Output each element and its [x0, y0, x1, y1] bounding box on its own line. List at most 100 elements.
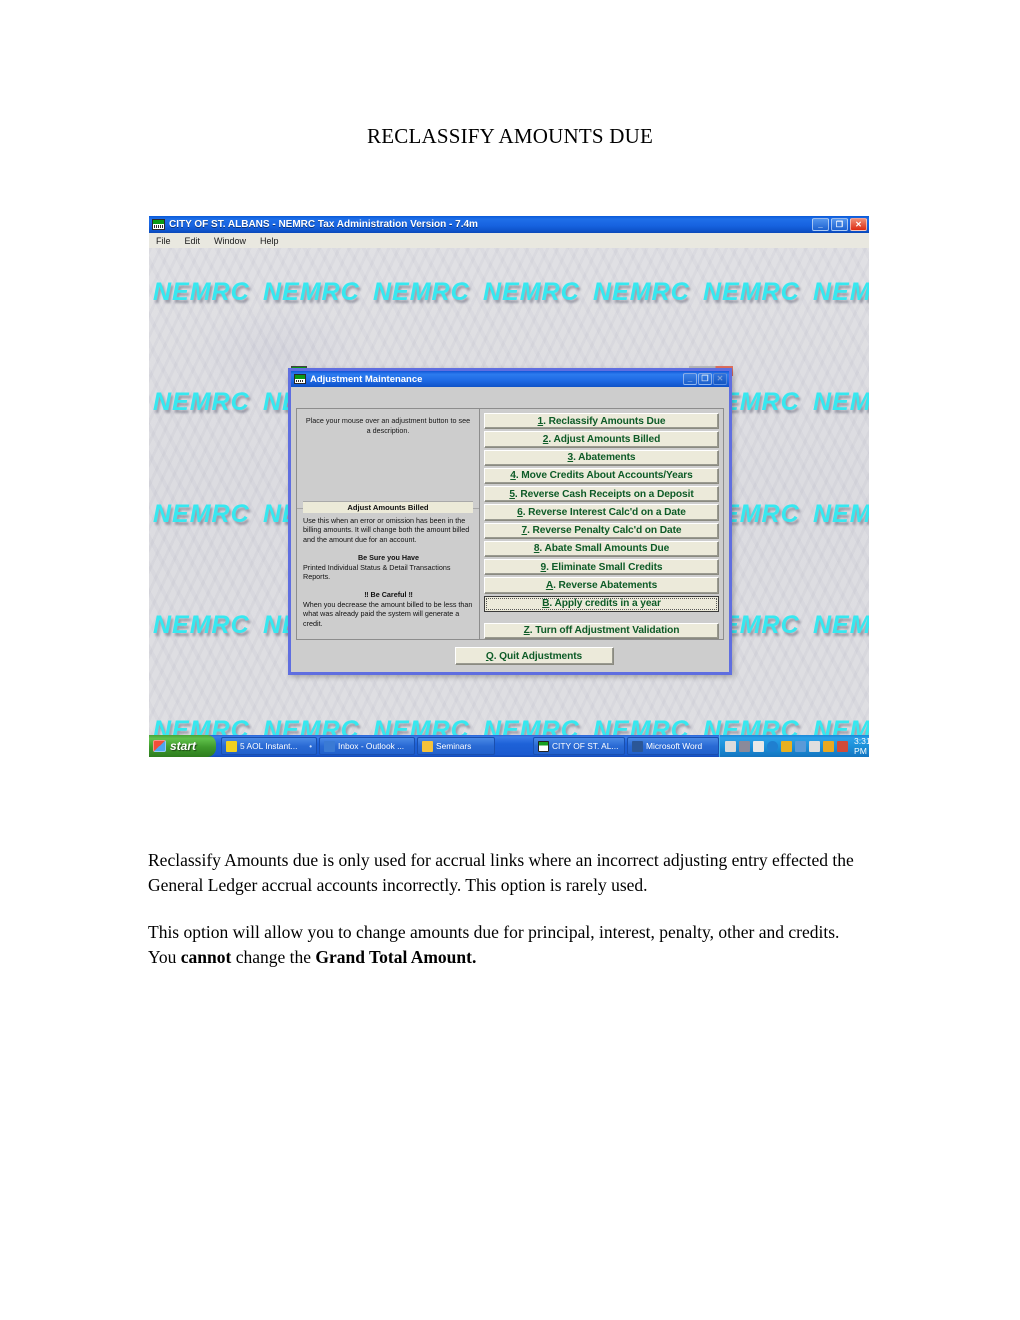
word-icon [632, 740, 643, 752]
dialog-titlebar: Adjustment Maintenance _ ❐ ✕ [291, 371, 729, 387]
start-button-label: start [170, 739, 197, 753]
watermark-text: NEMRC [153, 278, 250, 306]
dialog-body: Place your mouse over an adjustment butt… [291, 387, 729, 672]
dialog-restore-icon[interactable]: ❐ [698, 373, 712, 385]
watermark-text: NEMRC [153, 500, 250, 528]
quit-button-row: Q. Quit Adjustments [296, 644, 724, 668]
watermark-row: NEMRC NEMRC NEMRC NEMRC NEMRC NEMRC NEMRC [153, 278, 869, 307]
menu-item-file[interactable]: File [149, 236, 178, 246]
p2-bold-grand-total: Grand Total Amount. [315, 947, 477, 967]
watermark-text: NEMRC [263, 716, 360, 735]
watermark-text: NEMRC [263, 278, 360, 306]
sync-icon[interactable] [795, 740, 806, 752]
adjustment-button-7[interactable]: 7. Reverse Penalty Calc'd on Date [484, 522, 719, 539]
app-restore-icon[interactable]: ❐ [831, 218, 848, 231]
watermark-text: NEMRC [813, 278, 869, 306]
description-body: Use this when an error or omission has b… [303, 516, 474, 628]
adjustment-button-1[interactable]: 1. Reclassify Amounts Due [484, 413, 719, 430]
chevron-left-icon[interactable] [767, 740, 778, 752]
description-text: Use this when an error or omission has b… [303, 516, 470, 544]
taskbar-item-label: Inbox - Outlook ... [338, 741, 405, 751]
adjustment-button-3[interactable]: 3. Abatements [484, 449, 719, 466]
system-tray: 3:31 PM [719, 735, 869, 757]
watermark-text: NEMRC [813, 611, 869, 639]
taskbar-task-list: 5 AOL Instant... Inbox - Outlook ... Semin… [221, 737, 719, 755]
dialog-title: Adjustment Maintenance [310, 373, 423, 385]
dialog-content-frame: Place your mouse over an adjustment butt… [296, 408, 724, 640]
description-heading: Adjust Amounts Billed [303, 501, 473, 513]
taskbar-item[interactable]: CITY OF ST. AL... [533, 737, 625, 755]
watermark-text: NEMRC [373, 716, 470, 735]
dialog-minimize-icon[interactable]: _ [683, 373, 697, 385]
dialog-window-controls: _ ❐ ✕ [683, 373, 727, 385]
start-button[interactable]: start [149, 735, 216, 757]
windows-taskbar: start 5 AOL Instant... Inbox - Outlook ..… [149, 735, 869, 757]
app-window-titlebar: CITY OF ST. ALBANS - NEMRC Tax Administr… [149, 216, 869, 233]
app-window-controls: _ ❐ ✕ [812, 218, 867, 231]
be-sure-text: Printed Individual Status & Detail Trans… [303, 562, 451, 582]
paragraph-1: Reclassify Amounts due is only used for … [148, 850, 854, 895]
watermark-text: NEMRC [373, 278, 470, 306]
network-icon[interactable] [781, 740, 792, 752]
embedded-screenshot: CITY OF ST. ALBANS - NEMRC Tax Administr… [149, 216, 869, 757]
app-window-title: CITY OF ST. ALBANS - NEMRC Tax Administr… [169, 219, 478, 230]
watermark-text: NEMRC [813, 500, 869, 528]
quit-adjustments-button[interactable]: Q. Quit Adjustments [454, 647, 614, 665]
paragraph-2: This option will allow you to change amo… [148, 920, 870, 970]
pen-icon[interactable] [725, 740, 736, 752]
monitor-icon[interactable] [739, 740, 750, 752]
windows-flag-icon [153, 740, 166, 752]
aim-icon [226, 740, 237, 752]
be-careful-text: When you decrease the amount billed to b… [303, 599, 473, 628]
adjustment-button-9[interactable]: 9. Eliminate Small Credits [484, 559, 719, 576]
mouse-over-hint: Place your mouse over an adjustment butt… [305, 416, 471, 435]
nemrc-dialog-icon [294, 374, 306, 384]
be-sure-heading: Be Sure you Have [357, 553, 420, 563]
taskbar-item-label: Seminars [436, 741, 472, 751]
app-minimize-icon[interactable]: _ [812, 218, 829, 231]
watermark-text: NEMRC [813, 716, 869, 735]
adjustment-button-2[interactable]: 2. Adjust Amounts Billed [484, 431, 719, 448]
watermark-text: NEMRC [593, 278, 690, 306]
watermark-text: NEMRC [813, 388, 869, 416]
description-pane: Place your mouse over an adjustment butt… [297, 409, 480, 639]
adjustment-button-list: 1. Reclassify Amounts Due 2. Adjust Amoun… [480, 409, 723, 639]
desktop-background: NEMRC NEMRC NEMRC NEMRC NEMRC NEMRC NEMRC NEMR… [149, 248, 869, 735]
nemrc-app-icon [152, 219, 165, 230]
taskbar-item-label: CITY OF ST. AL... [552, 741, 619, 751]
taskbar-item[interactable]: Seminars [417, 737, 495, 755]
menu-item-edit[interactable]: Edit [178, 236, 208, 246]
nemrc-icon [538, 740, 549, 752]
adjustment-button-a[interactable]: A. Reverse Abatements [484, 577, 719, 594]
folder-icon [422, 740, 433, 752]
watermark-text: NEMRC [483, 716, 580, 735]
help-icon[interactable] [753, 740, 764, 752]
adjustment-button-b[interactable]: B. Apply credits in a year [484, 595, 719, 612]
watermark-text: NEMRC [593, 716, 690, 735]
app-close-icon[interactable]: ✕ [850, 218, 867, 231]
messenger-icon[interactable] [823, 740, 834, 752]
app-menubar: File Edit Window Help [149, 233, 869, 249]
document-body: Reclassify Amounts due is only used for … [148, 848, 870, 992]
be-careful-heading: ‼ Be Careful ‼ [364, 590, 413, 600]
taskbar-item[interactable]: 5 AOL Instant... [221, 737, 317, 755]
update-icon[interactable] [837, 740, 848, 752]
adjustment-button-4[interactable]: 4. Move Credits About Accounts/Years [484, 467, 719, 484]
p2-part2: change the [231, 947, 316, 967]
menu-item-window[interactable]: Window [207, 236, 253, 246]
dialog-close-icon[interactable]: ✕ [713, 373, 727, 385]
taskbar-item[interactable]: Inbox - Outlook ... [319, 737, 415, 755]
battery-icon[interactable] [809, 740, 820, 752]
taskbar-clock: 3:31 PM [854, 736, 869, 756]
turn-off-validation-button[interactable]: Z. Turn off Adjustment Validation [484, 622, 719, 639]
taskbar-item-label: 5 AOL Instant... [240, 741, 298, 751]
adjustment-button-6[interactable]: 6. Reverse Interest Calc'd on a Date [484, 504, 719, 521]
watermark-text: NEMRC [703, 716, 800, 735]
menu-item-help[interactable]: Help [253, 236, 286, 246]
watermark-text: NEMRC [153, 388, 250, 416]
watermark-row: NEMRC NEMRC NEMRC NEMRC NEMRC NEMRC NEMRC [153, 716, 869, 735]
adjustment-button-5[interactable]: 5. Reverse Cash Receipts on a Deposit [484, 486, 719, 503]
watermark-text: NEMRC [153, 611, 250, 639]
taskbar-item[interactable]: Microsoft Word [627, 737, 719, 755]
adjustment-button-8[interactable]: 8. Abate Small Amounts Due [484, 540, 719, 557]
